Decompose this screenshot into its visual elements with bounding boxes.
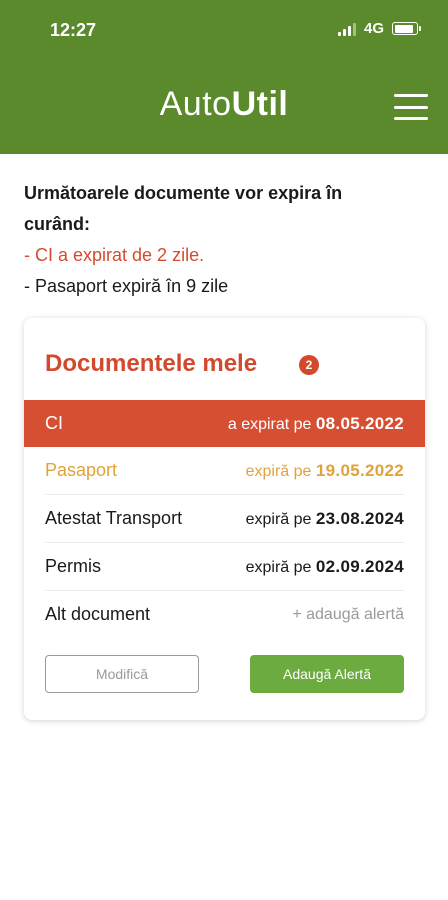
app-header: 12:27 4G AutoUtil xyxy=(0,0,448,154)
app-title-light: Auto xyxy=(159,85,232,123)
document-expiry: expiră pe 19.05.2022 xyxy=(245,460,404,480)
notice-expired-line: - CI a expirat de 2 zile. xyxy=(24,245,205,265)
document-row-atestat[interactable]: Atestat Transport expiră pe 23.08.2024 xyxy=(24,495,425,542)
document-name: CI xyxy=(45,413,63,433)
document-name: Pasaport xyxy=(45,460,118,480)
card-title: Documentele mele xyxy=(45,350,258,377)
notice-heading-line2: curând: xyxy=(24,214,91,234)
document-name: Permis xyxy=(45,556,102,576)
document-row-ci[interactable]: CI a expirat pe 08.05.2022 xyxy=(24,400,425,447)
notice-heading-line1: Următoarele documente vor expira în xyxy=(24,183,343,203)
add-alert-link[interactable]: + adaugă alertă xyxy=(292,606,404,624)
document-row-pasaport[interactable]: Pasaport expiră pe 19.05.2022 xyxy=(24,447,425,494)
app-title-bold: Util xyxy=(231,85,289,123)
battery-level xyxy=(394,24,414,33)
document-row-permis[interactable]: Permis expiră pe 02.09.2024 xyxy=(24,543,425,590)
document-expiry: expiră pe 02.09.2024 xyxy=(245,556,404,576)
document-name: Alt document xyxy=(45,604,151,624)
hamburger-menu-icon[interactable] xyxy=(394,94,428,120)
signal-icon xyxy=(337,22,356,36)
notice-warning-line: - Pasaport expiră în 9 zile xyxy=(24,276,229,296)
document-name: Atestat Transport xyxy=(45,508,183,528)
battery-icon xyxy=(392,22,421,35)
expiry-notice: Următoarele documente vor expira în curâ… xyxy=(24,178,424,302)
network-label: 4G xyxy=(363,20,384,37)
add-alert-button[interactable]: Adaugă Alertă xyxy=(250,655,404,693)
document-expiry: expiră pe 23.08.2024 xyxy=(245,508,404,528)
status-time: 12:27 xyxy=(50,20,97,40)
status-indicators: 4G xyxy=(337,20,421,37)
document-expiry: a expirat pe 08.05.2022 xyxy=(227,413,404,433)
add-other-document-row[interactable]: Alt document + adaugă alertă xyxy=(24,591,425,638)
modify-button[interactable]: Modifică xyxy=(45,655,199,693)
documents-card: Documentele mele 2 CI a expirat pe 08.05… xyxy=(24,318,425,720)
app-title: AutoUtil xyxy=(0,85,448,124)
alert-count-badge: 2 xyxy=(299,355,319,375)
